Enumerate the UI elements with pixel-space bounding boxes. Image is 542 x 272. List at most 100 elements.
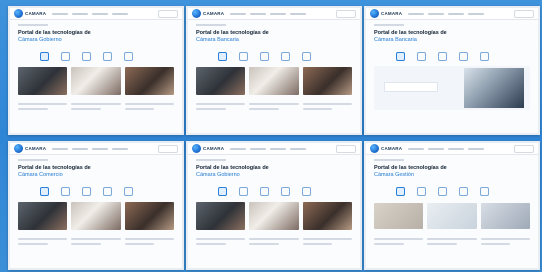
category-icon[interactable] [82,52,91,61]
feature-banner[interactable] [374,66,530,110]
category-icon[interactable] [396,52,405,61]
card-image[interactable] [480,203,530,229]
search-input[interactable] [514,9,534,18]
category-icon[interactable] [459,52,468,61]
card-image[interactable] [71,67,121,95]
category-icon[interactable] [302,187,311,196]
screen-6-topbar: CAMARA [366,143,538,155]
nav-menu[interactable] [408,12,514,15]
card-image[interactable] [124,67,174,95]
category-icon[interactable] [260,187,269,196]
breadcrumb [18,159,48,161]
globe-logo-icon [370,9,379,18]
brand-label: CAMARA [25,146,47,151]
screen-2-topbar: CAMARA [188,8,360,20]
category-icon[interactable] [124,187,133,196]
image-cards[interactable] [196,67,352,95]
globe-logo-icon [192,144,201,153]
breadcrumb [374,24,404,26]
search-input[interactable] [158,144,178,153]
page-title: Portal de las tecnologías de Cámara Banc… [196,30,269,43]
globe-logo-icon [192,9,201,18]
image-cards[interactable] [18,202,174,230]
card-image[interactable] [249,67,299,95]
category-icon[interactable] [40,187,49,196]
screen-3: CAMARA Portal de las tecnologías de Cáma… [364,6,540,135]
category-icon[interactable] [82,187,91,196]
breadcrumb [196,159,226,161]
image-cards[interactable] [374,203,530,229]
category-icon[interactable] [40,52,49,61]
category-icon[interactable] [61,187,70,196]
screen-3-topbar: CAMARA [366,8,538,20]
category-icon[interactable] [396,187,405,196]
nav-menu[interactable] [408,147,514,150]
category-icons[interactable] [40,52,133,61]
search-input[interactable] [336,9,356,18]
card-image[interactable] [427,203,477,229]
breadcrumb [374,159,404,161]
image-cards[interactable] [18,67,174,95]
card-image[interactable] [302,202,352,230]
category-icon[interactable] [417,187,426,196]
breadcrumb [196,24,226,26]
category-icon[interactable] [438,52,447,61]
search-input[interactable] [158,9,178,18]
globe-logo-icon [14,9,23,18]
search-input[interactable] [514,144,534,153]
category-icon[interactable] [281,52,290,61]
category-icons[interactable] [396,187,489,196]
screen-1: CAMARA Portal de las tecnologías de Cáma… [8,6,184,135]
card-image[interactable] [71,202,121,230]
category-icons[interactable] [396,52,489,61]
card-text [196,100,352,113]
card-image[interactable] [124,202,174,230]
brand-label: CAMARA [25,11,47,16]
category-icon[interactable] [302,52,311,61]
category-icon[interactable] [480,52,489,61]
card-image[interactable] [196,67,246,95]
page-title: Portal de las tecnologías de Cámara Come… [18,165,91,178]
category-icon[interactable] [61,52,70,61]
breadcrumb [18,24,48,26]
screen-2: CAMARA Portal de las tecnologías de Cáma… [186,6,362,135]
card-image[interactable] [249,202,299,230]
category-icon[interactable] [239,187,248,196]
screen-1-topbar: CAMARA [10,8,182,20]
search-input[interactable] [336,144,356,153]
category-icon[interactable] [103,187,112,196]
screen-5: CAMARA Portal de las tecnologías de Cáma… [186,141,362,270]
nav-menu[interactable] [52,12,158,15]
category-icon[interactable] [103,52,112,61]
category-icon[interactable] [459,187,468,196]
category-icon[interactable] [438,187,447,196]
category-icon[interactable] [260,52,269,61]
card-image[interactable] [196,202,246,230]
card-image[interactable] [374,203,424,229]
card-image[interactable] [18,67,68,95]
category-icons[interactable] [218,187,311,196]
card-text [18,235,174,248]
nav-menu[interactable] [230,147,336,150]
nav-menu[interactable] [230,12,336,15]
nav-menu[interactable] [52,147,158,150]
category-icon[interactable] [239,52,248,61]
category-icons[interactable] [40,187,133,196]
category-icon[interactable] [417,52,426,61]
image-cards[interactable] [196,202,352,230]
page-title: Portal de las tecnologías de Cámara Gobi… [196,165,269,178]
card-image[interactable] [18,202,68,230]
page-title: Portal de las tecnologías de Cámara Gobi… [18,30,91,43]
category-icon[interactable] [218,52,227,61]
brand-label: CAMARA [381,11,403,16]
card-text [374,235,530,248]
category-icon[interactable] [480,187,489,196]
screen-5-topbar: CAMARA [188,143,360,155]
card-text [18,100,174,113]
category-icon[interactable] [281,187,290,196]
category-icon[interactable] [218,187,227,196]
brand-label: CAMARA [203,146,225,151]
card-image[interactable] [302,67,352,95]
category-icons[interactable] [218,52,311,61]
category-icon[interactable] [124,52,133,61]
